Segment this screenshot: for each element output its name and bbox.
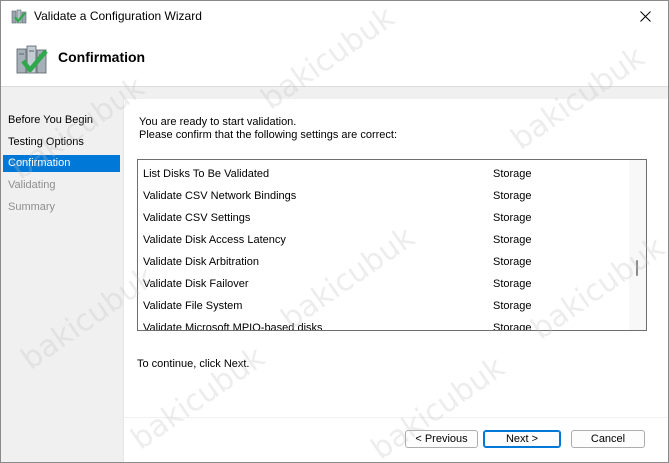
test-category: Storage — [493, 322, 532, 331]
continue-instruction: To continue, click Next. — [137, 358, 250, 370]
close-icon — [639, 11, 651, 22]
test-category: Storage — [493, 278, 532, 290]
test-name: Validate Disk Failover — [143, 278, 249, 290]
test-category: Storage — [493, 212, 532, 224]
list-item[interactable]: Validate CSV Settings Storage — [138, 207, 628, 229]
step-before-you-begin[interactable]: Before You Begin — [3, 112, 120, 129]
test-name: Validate Disk Access Latency — [143, 234, 286, 246]
test-name: List Disks To Be Validated — [143, 168, 270, 180]
test-name: Validate Microsoft MPIO-based disks — [143, 322, 323, 331]
list-item[interactable]: Validate Disk Arbitration Storage — [138, 251, 628, 273]
list-item[interactable]: Validate CSV Network Bindings Storage — [138, 185, 628, 207]
test-name: Validate CSV Settings — [143, 212, 251, 224]
title-bar[interactable]: Validate a Configuration Wizard — [1, 1, 668, 32]
list-item[interactable]: Validate Disk Access Latency Storage — [138, 229, 628, 251]
previous-button[interactable]: < Previous — [405, 430, 478, 448]
tests-listbox[interactable]: List Disks To Be Validated Storage Valid… — [137, 159, 647, 331]
page-title: Confirmation — [58, 49, 146, 65]
main-panel: You are ready to start validation. Pleas… — [123, 99, 668, 462]
test-category: Storage — [493, 190, 532, 202]
test-category: Storage — [493, 256, 532, 268]
scrollbar-thumb[interactable] — [636, 260, 638, 276]
step-validating: Validating — [8, 179, 56, 191]
footer-divider — [124, 417, 668, 418]
step-summary: Summary — [8, 201, 56, 213]
list-item[interactable]: List Disks To Be Validated Storage — [138, 163, 628, 185]
test-name: Validate File System — [143, 300, 243, 312]
wizard-header: Confirmation — [1, 32, 668, 87]
test-category: Storage — [493, 234, 532, 246]
list-item[interactable]: Validate Disk Failover Storage — [138, 273, 628, 295]
step-confirmation[interactable]: Confirmation — [3, 155, 120, 172]
next-button[interactable]: Next > — [483, 430, 561, 448]
test-name: Validate CSV Network Bindings — [143, 190, 297, 202]
step-testing-options[interactable]: Testing Options — [3, 134, 120, 151]
list-scrollbar[interactable] — [629, 160, 646, 330]
confirm-instructions: Please confirm that the following settin… — [139, 129, 398, 141]
wizard-window: Validate a Configuration Wizard Confirma… — [0, 0, 669, 463]
list-item[interactable]: Validate Microsoft MPIO-based disks Stor… — [138, 317, 628, 331]
cluster-validation-icon — [15, 43, 49, 77]
close-button[interactable] — [622, 1, 668, 32]
wizard-steps-nav: Before You Begin Testing Options Confirm… — [1, 99, 123, 439]
test-category: Storage — [493, 168, 532, 180]
window-title: Validate a Configuration Wizard — [34, 9, 202, 23]
cancel-button[interactable]: Cancel — [571, 430, 645, 448]
test-category: Storage — [493, 300, 532, 312]
cluster-app-icon — [11, 9, 27, 25]
list-item[interactable]: Validate File System Storage — [138, 295, 628, 317]
intro-text: You are ready to start validation. — [139, 116, 297, 128]
test-name: Validate Disk Arbitration — [143, 256, 259, 268]
